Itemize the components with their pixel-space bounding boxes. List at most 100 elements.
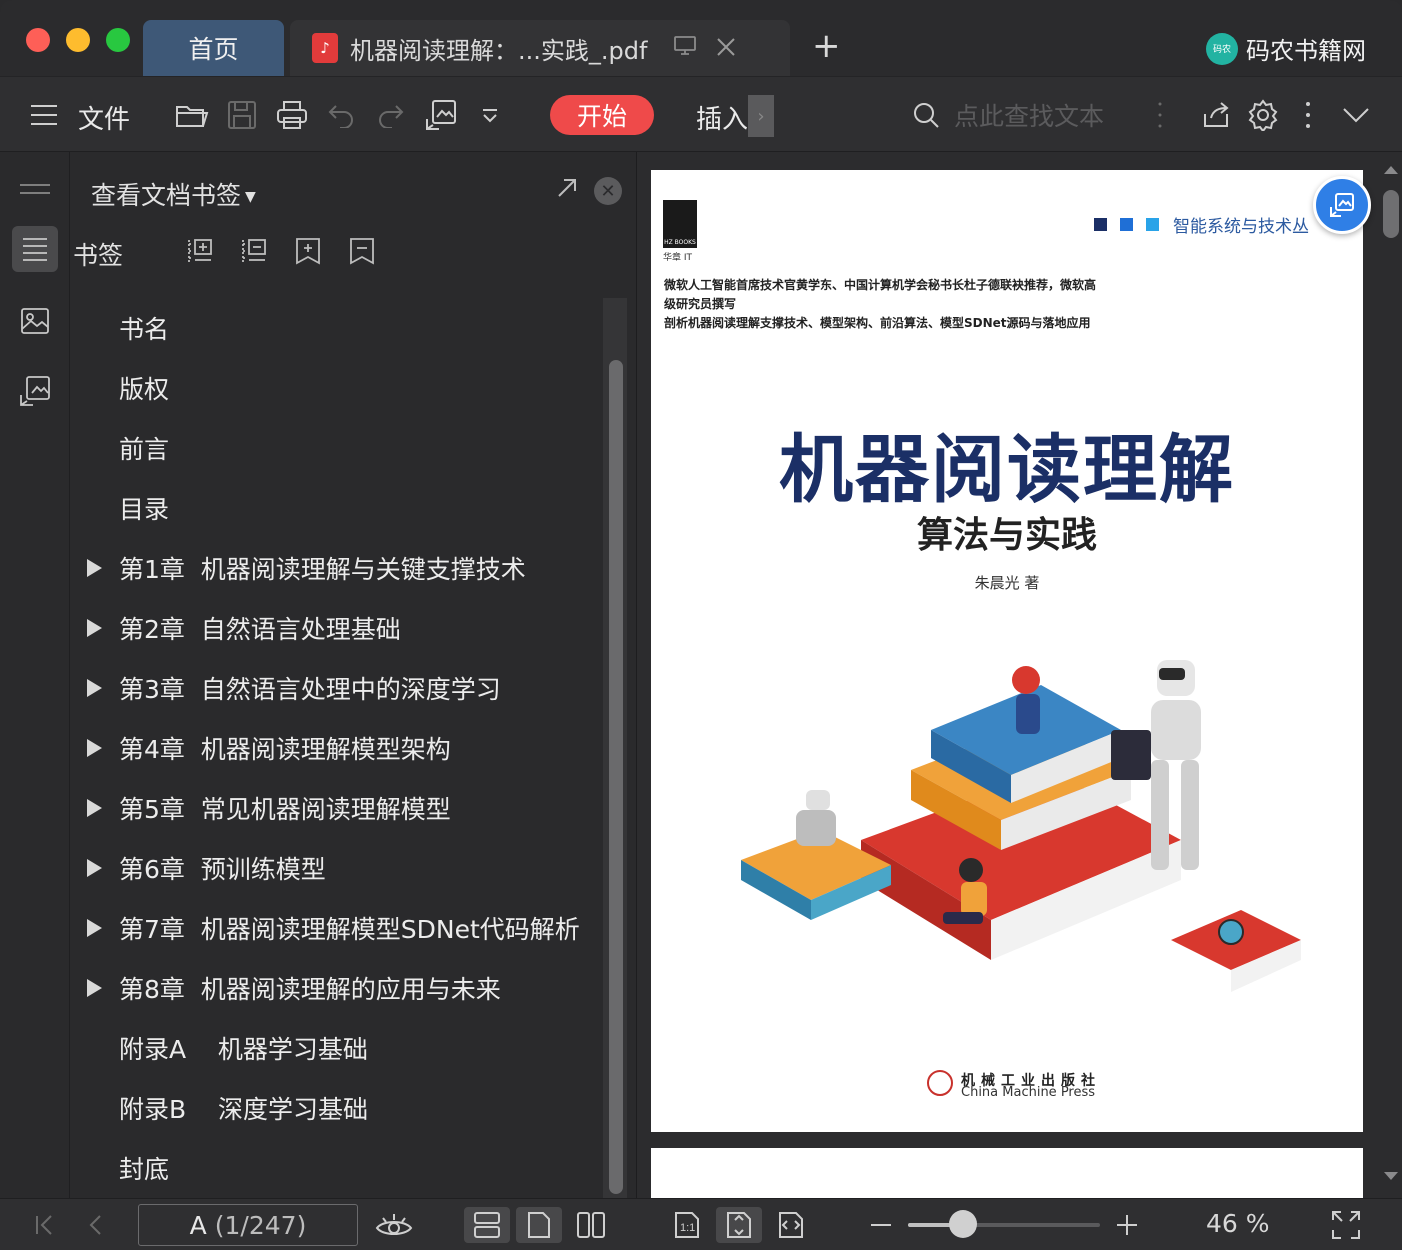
bookmark-item-chapter-2[interactable]: 第2章 自然语言处理基础 (71, 598, 603, 658)
svg-text:1:1: 1:1 (680, 1222, 695, 1234)
expand-triangle-icon[interactable] (87, 559, 102, 577)
share-icon[interactable] (1200, 95, 1232, 135)
zoom-slider-handle[interactable] (949, 1210, 977, 1238)
menu-icon[interactable] (28, 95, 60, 135)
redo-icon[interactable] (374, 95, 406, 135)
file-menu[interactable]: 文件 (78, 99, 130, 136)
start-tab-button[interactable]: 开始 (550, 95, 654, 135)
monitor-icon[interactable] (673, 34, 697, 62)
tab-document[interactable]: ♪ 机器阅读理解：...实践_.pdf (290, 20, 790, 76)
bookmark-item-chapter-6[interactable]: 第6章 预训练模型 (71, 838, 603, 898)
status-bar: A (1/247) 1:1 46 % (0, 1198, 1402, 1250)
document-scrollbar-thumb[interactable] (1383, 190, 1399, 238)
save-icon[interactable] (224, 95, 260, 135)
expand-triangle-icon[interactable] (87, 919, 102, 937)
bookmarks-view-icon[interactable] (12, 226, 58, 272)
fit-width-icon[interactable] (768, 1207, 814, 1243)
series-name: 智能系统与技术丛 (1173, 217, 1309, 237)
bookmark-item-chapter-5[interactable]: 第5章 常见机器阅读理解模型 (71, 778, 603, 838)
expand-triangle-icon[interactable] (87, 619, 102, 637)
cover-blurb-line: 微软人工智能首席技术官黄学东、中国计算机学会秘书长杜子德联袂推荐，微软高 (664, 278, 1097, 292)
bookmark-item-title[interactable]: 书名 (71, 298, 603, 358)
bookmark-item-label: 第8章 机器阅读理解的应用与未来 (119, 975, 501, 1004)
tab-close-icon[interactable] (715, 32, 737, 65)
page-number-input[interactable]: A (1/247) (138, 1204, 358, 1246)
zoom-window-button[interactable] (106, 28, 130, 52)
minimize-window-button[interactable] (66, 28, 90, 52)
eye-reading-mode-icon[interactable] (374, 1207, 414, 1243)
zoom-in-icon[interactable] (1112, 1207, 1142, 1243)
bookmark-item-appendix-b[interactable]: 附录B 深度学习基础 (71, 1078, 603, 1138)
bookmark-item-contents[interactable]: 目录 (71, 478, 603, 538)
insert-tab-button[interactable]: 插入 (696, 99, 748, 136)
print-icon[interactable] (274, 95, 310, 135)
bookmark-item-copyright[interactable]: 版权 (71, 358, 603, 418)
bookmark-item-label: 版权 (119, 375, 170, 404)
expand-triangle-icon[interactable] (87, 799, 102, 817)
bookmark-item-chapter-7[interactable]: 第7章 机器阅读理解模型SDNet代码解析 (71, 898, 603, 958)
series-square (1120, 218, 1133, 231)
pdf-page-cover: HZ BOOKS 华章 IT 智能系统与技术丛 微软人工智能首席技术官黄学东、中… (651, 170, 1363, 1132)
collapse-all-icon[interactable] (239, 236, 269, 266)
add-bookmark-icon[interactable] (293, 236, 323, 266)
panel-scrollbar-thumb[interactable] (609, 360, 623, 1194)
fit-page-icon[interactable] (716, 1207, 762, 1243)
zoom-out-icon[interactable] (866, 1207, 896, 1243)
fullscreen-icon[interactable] (1326, 1207, 1366, 1243)
bookmark-item-label: 第5章 常见机器阅读理解模型 (119, 795, 451, 824)
bookmark-item-preface[interactable]: 前言 (71, 418, 603, 478)
page-total: (1/247) (214, 1210, 307, 1240)
bookmark-item-label: 第7章 机器阅读理解模型SDNet代码解析 (119, 915, 580, 944)
bookmark-item-label: 第4章 机器阅读理解模型架构 (119, 735, 451, 764)
bookmark-item-label: 第2章 自然语言处理基础 (119, 615, 401, 644)
single-page-icon[interactable] (516, 1207, 562, 1243)
search-field[interactable]: 点此查找文本 (912, 95, 1104, 135)
thumbnails-view-icon[interactable] (12, 298, 58, 344)
series-square (1146, 218, 1159, 231)
two-page-icon[interactable] (568, 1207, 614, 1243)
expand-triangle-icon[interactable] (87, 739, 102, 757)
bookmark-item-label: 第1章 机器阅读理解与关键支撑技术 (119, 555, 526, 584)
export-image-icon[interactable] (424, 95, 460, 135)
bookmark-item-chapter-4[interactable]: 第4章 机器阅读理解模型架构 (71, 718, 603, 778)
remove-bookmark-icon[interactable] (347, 236, 377, 266)
continuous-scroll-icon[interactable] (464, 1207, 510, 1243)
open-folder-icon[interactable] (174, 95, 210, 135)
bookmark-item-chapter-8[interactable]: 第8章 机器阅读理解的应用与未来 (71, 958, 603, 1018)
undo-icon[interactable] (326, 95, 358, 135)
actual-size-icon[interactable]: 1:1 (664, 1207, 710, 1243)
panel-close-icon[interactable]: ✕ (594, 177, 622, 205)
bookmark-item-appendix-a[interactable]: 附录A 机器学习基础 (71, 1018, 603, 1078)
more-options-icon[interactable] (1300, 95, 1316, 135)
scroll-up-arrow-icon[interactable] (1384, 166, 1398, 174)
collapse-panel-icon[interactable] (12, 166, 58, 212)
tab-home[interactable]: 首页 (143, 20, 284, 76)
zoom-slider-track[interactable] (908, 1223, 1100, 1227)
panel-title: 查看文档书签 (91, 181, 242, 210)
bookmark-item-label: 书名 (119, 315, 170, 344)
expand-all-icon[interactable] (185, 236, 215, 266)
cover-blurb-line: 级研究员撰写 (664, 297, 737, 311)
expand-triangle-icon[interactable] (87, 979, 102, 997)
zoom-percentage[interactable]: 46 % (1206, 1209, 1270, 1238)
expand-triangle-icon[interactable] (87, 679, 102, 697)
close-window-button[interactable] (26, 28, 50, 52)
first-page-icon[interactable] (30, 1207, 60, 1243)
bookmark-item-back-cover[interactable]: 封底 (71, 1138, 603, 1198)
scroll-down-arrow-icon[interactable] (1384, 1172, 1398, 1180)
chevron-down-icon[interactable] (1340, 95, 1372, 135)
more-dropdown-icon[interactable] (478, 95, 502, 135)
expand-triangle-icon[interactable] (87, 859, 102, 877)
bookmark-item-label: 目录 (119, 495, 170, 524)
vertical-dots-icon[interactable] (1152, 95, 1168, 135)
settings-gear-icon[interactable] (1246, 95, 1280, 135)
bookmark-item-chapter-1[interactable]: 第1章 机器阅读理解与关键支撑技术 (71, 538, 603, 598)
attachments-view-icon[interactable] (12, 368, 58, 414)
previous-page-icon[interactable] (80, 1207, 110, 1243)
bookmark-item-chapter-3[interactable]: 第3章 自然语言处理中的深度学习 (71, 658, 603, 718)
panel-title-dropdown[interactable]: 查看文档书签 ▼ (91, 176, 256, 212)
pop-out-arrow-icon[interactable] (555, 176, 579, 207)
new-tab-button[interactable]: + (812, 26, 841, 66)
floating-export-button[interactable] (1313, 176, 1371, 234)
toolbar-overflow-button[interactable]: › (748, 95, 774, 137)
